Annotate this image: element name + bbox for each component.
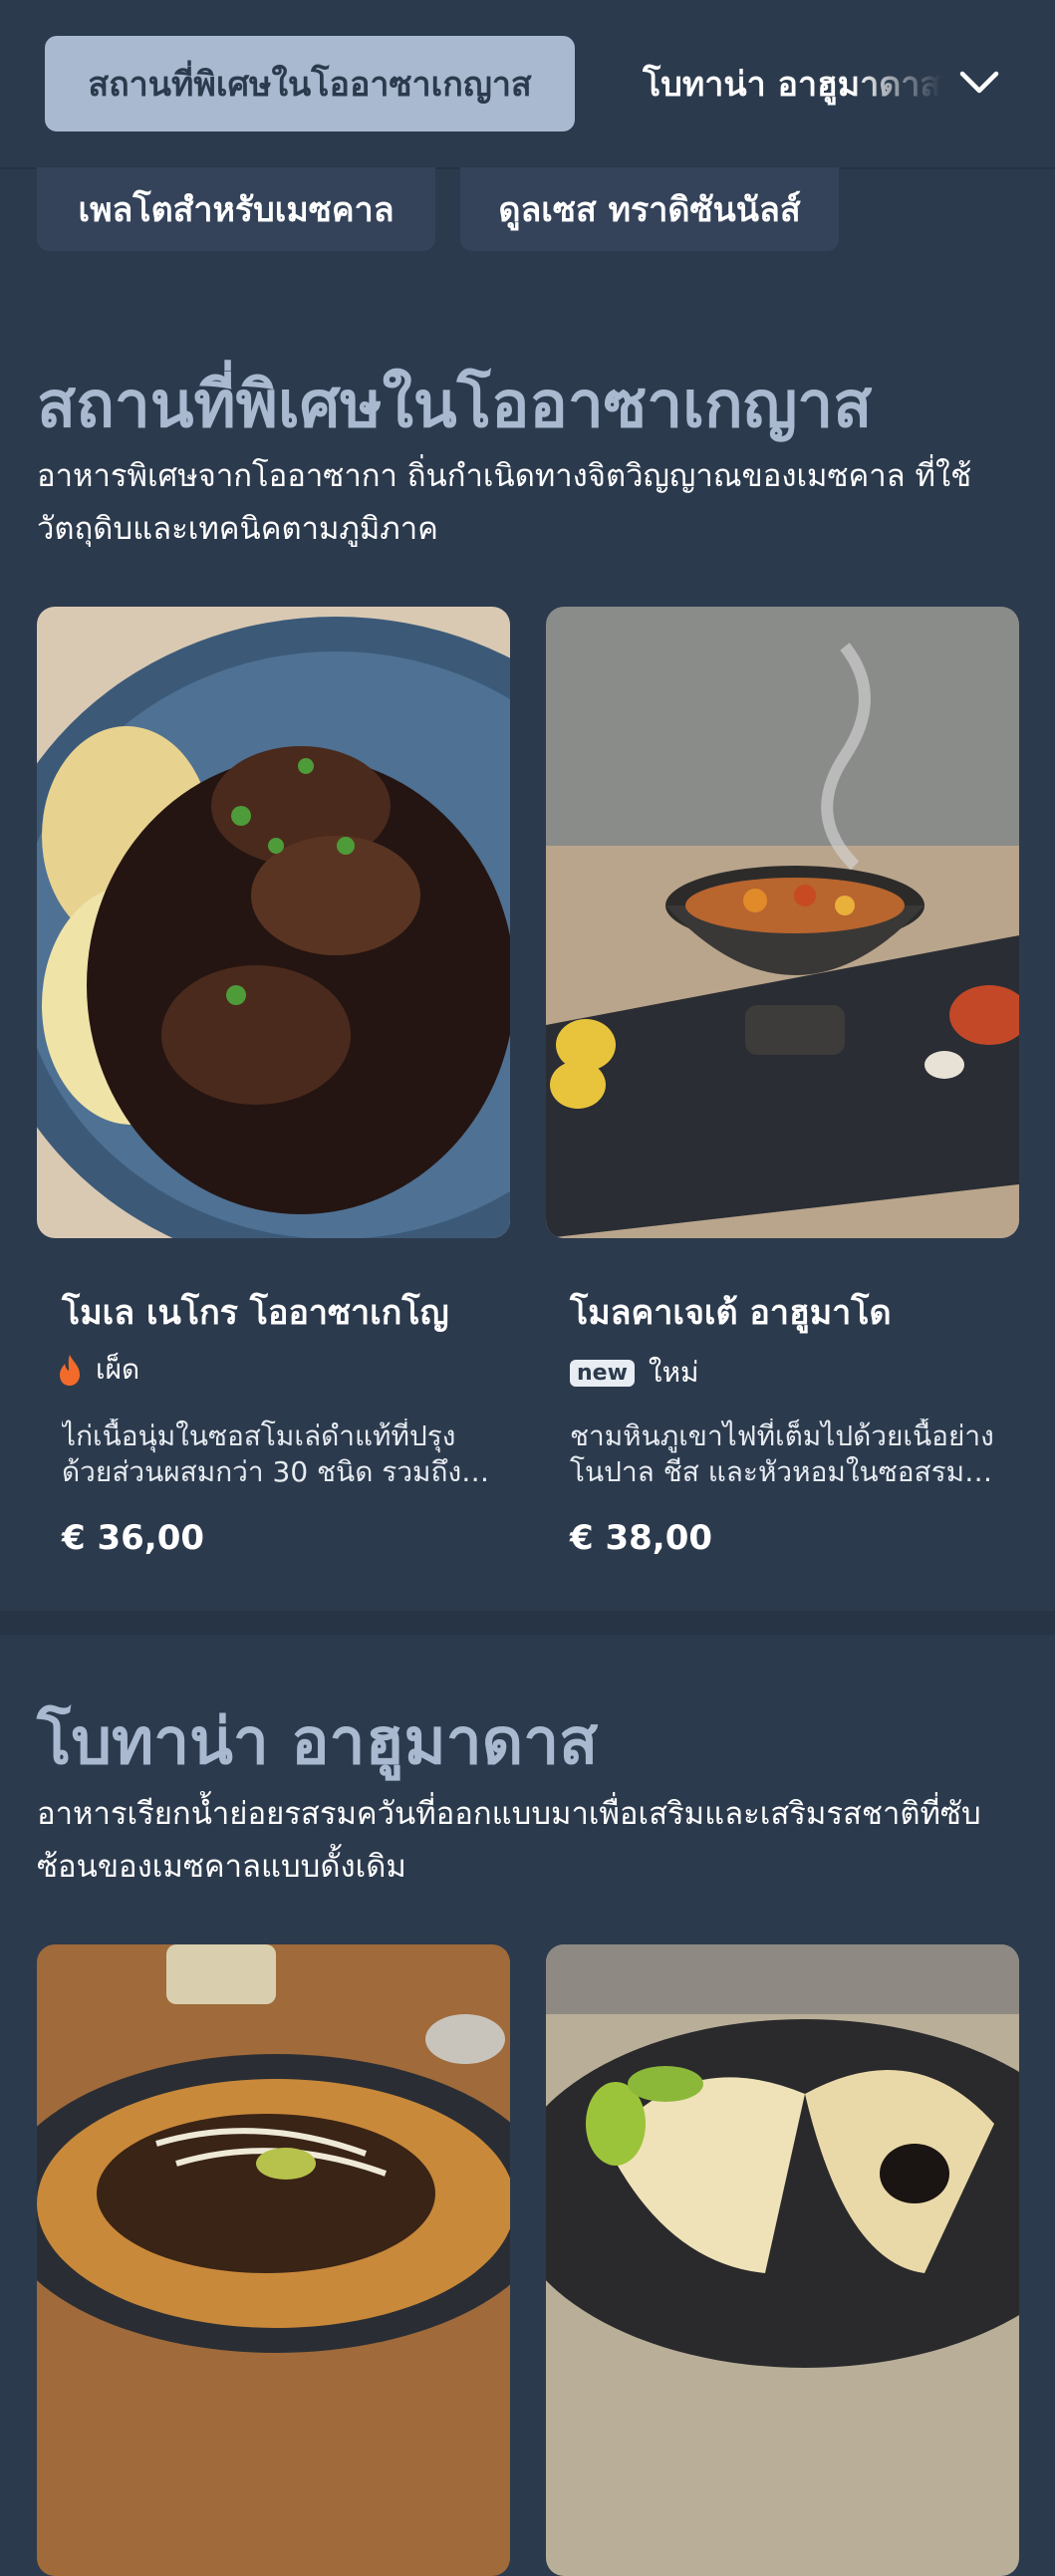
- tab-oaxacan-specialties[interactable]: สถานที่พิเศษในโออาซาเกญาส: [45, 36, 575, 131]
- chip-mezcal-platters[interactable]: เพลโตสำหรับเมซคาล: [37, 167, 435, 251]
- new-badge: new: [570, 1359, 635, 1387]
- section-description: อาหารเรียกน้ำย่อยรสรมควันที่ออกแบบมาเพื่…: [37, 1796, 981, 1885]
- dish-name: โมลคาเจเต้ อาฮูมาโด: [570, 1293, 892, 1333]
- tag-label: เผ็ด: [96, 1353, 140, 1386]
- dish-name: โมเล เนโกร โออาซาเกโญ: [62, 1293, 449, 1333]
- tab-smoked-botanas[interactable]: โบทาน่า อาฮูมาดาส: [643, 36, 941, 131]
- chevron-down-icon[interactable]: [956, 60, 1002, 106]
- dish-description: ไก่เนื้อนุ่มในซอสโมเล่ดำแท้ที่ปรุงด้วยส่…: [62, 1419, 462, 1488]
- section-description: อาหารพิเศษจากโออาซากา ถิ่นกำเนิดทางจิตวิ…: [37, 458, 972, 547]
- dish-description: ชามหินภูเขาไฟที่เต็มไปด้วยเนื้อย่าง โนปา…: [570, 1419, 994, 1488]
- section-divider: [0, 1611, 1055, 1635]
- dish-image-molcajete[interactable]: [546, 607, 1019, 1238]
- spicy-tag: เผ็ด: [56, 1348, 139, 1392]
- section-title: โบทาน่า อาฮูมาดาส: [37, 1705, 599, 1779]
- section-title: สถานที่พิเศษในโออาซาเกญาส: [37, 369, 873, 442]
- flame-icon: [60, 1355, 80, 1386]
- dish-price: € 38,00: [570, 1518, 713, 1558]
- dish-price: € 36,00: [62, 1518, 205, 1558]
- dish-image-mole-negro[interactable]: [37, 607, 510, 1238]
- tag-label: ใหม่: [648, 1356, 699, 1389]
- category-nav: สถานที่พิเศษในโออาซาเกญาส โบทาน่า อาฮูมา…: [0, 0, 1055, 169]
- chip-traditional-sweets[interactable]: ดูลเซส ทราดิซันนัลส์: [460, 167, 839, 251]
- new-tag: new ใหม่: [570, 1351, 699, 1395]
- dish-image-tlayuda[interactable]: [37, 1944, 510, 2576]
- dish-image-quesadilla[interactable]: [546, 1944, 1019, 2576]
